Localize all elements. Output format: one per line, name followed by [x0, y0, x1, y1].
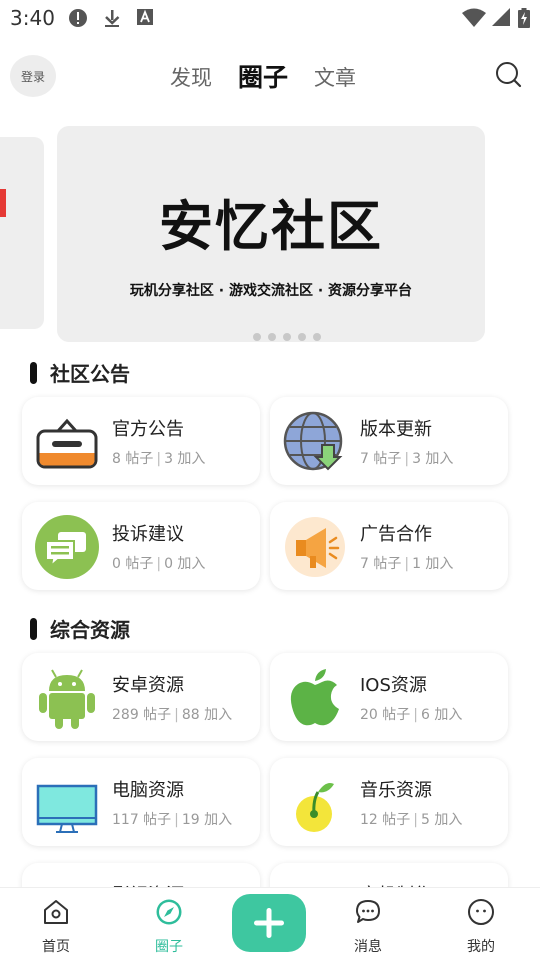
nav-item-messages[interactable]: 消息: [323, 888, 413, 960]
card-title: 安卓资源: [112, 675, 184, 696]
profile-icon: [468, 899, 494, 925]
carousel-dot[interactable]: [268, 333, 276, 341]
battery-charging-icon: [518, 8, 530, 28]
post-count: 20 帖子: [360, 707, 411, 723]
join-count: 5 加入: [420, 812, 463, 828]
login-button[interactable]: 登录: [10, 55, 56, 97]
card-stats: 8 帖子 | 3 加入: [112, 451, 206, 467]
section-marker: [30, 362, 37, 384]
message-icon: [356, 900, 380, 923]
card-stats: 289 帖子 | 88 加入: [112, 707, 233, 723]
post-count: 117 帖子: [112, 812, 172, 828]
status-bar: 3:40: [0, 0, 540, 36]
carousel-dot[interactable]: [253, 333, 261, 341]
join-count: 19 加入: [181, 812, 233, 828]
card-title: IOS资源: [360, 675, 427, 696]
download-icon: [105, 10, 120, 27]
post-count: 7 帖子: [360, 556, 402, 572]
card-title: 版本更新: [360, 419, 432, 440]
font-icon: [137, 9, 153, 25]
tab-articles[interactable]: 文章: [314, 62, 356, 92]
join-count: 88 加入: [181, 707, 233, 723]
card-stats: 117 帖子 | 19 加入: [112, 812, 233, 828]
card-title: 音乐资源: [360, 780, 432, 801]
nav-item-home[interactable]: 首页: [11, 888, 101, 960]
circle-card-ios[interactable]: IOS资源 20 帖子 | 6 加入: [270, 653, 508, 741]
banner-title: 安忆社区: [159, 195, 383, 258]
post-count: 7 帖子: [360, 451, 402, 467]
card-stats: 7 帖子 | 3 加入: [360, 451, 454, 467]
banner-previous-slide[interactable]: [0, 137, 44, 329]
card-title: 广告合作: [360, 524, 432, 545]
home-icon: [44, 900, 68, 924]
plus-icon: [254, 908, 284, 938]
chat-icon: [35, 515, 99, 579]
card-title: 电脑资源: [112, 780, 184, 801]
signal-icon: [492, 8, 510, 26]
card-stats: 12 帖子 | 5 加入: [360, 812, 463, 828]
tab-circles[interactable]: 圈子: [238, 58, 288, 94]
post-count: 0 帖子: [112, 556, 154, 572]
join-count: 3 加入: [164, 451, 206, 467]
banner-previous-mark: [0, 189, 6, 217]
carousel-dot[interactable]: [283, 333, 291, 341]
circle-card-android[interactable]: 安卓资源 289 帖子 | 88 加入: [22, 653, 260, 741]
nav-label: 圈子: [155, 939, 183, 955]
music-icon: [296, 783, 334, 832]
post-count: 12 帖子: [360, 812, 411, 828]
circle-card-pc[interactable]: 电脑资源 117 帖子 | 19 加入: [22, 758, 260, 846]
nav-label: 我的: [467, 939, 495, 955]
nav-item-profile[interactable]: 我的: [436, 888, 526, 960]
briefcase-icon: [36, 418, 98, 469]
create-post-button[interactable]: [232, 894, 306, 952]
join-count: 6 加入: [420, 707, 463, 723]
top-nav: 登录 发现 圈子 文章: [0, 52, 540, 98]
join-count: 1 加入: [412, 556, 454, 572]
card-stats: 0 帖子 | 0 加入: [112, 556, 206, 572]
bottom-nav: 首页 圈子 消息 我的: [0, 887, 540, 960]
circle-card-advertising[interactable]: 广告合作 7 帖子 | 1 加入: [270, 502, 508, 590]
circle-card-official[interactable]: 官方公告 8 帖子 | 3 加入: [22, 397, 260, 485]
section-title: 社区公告: [50, 362, 130, 386]
monitor-icon: [36, 784, 98, 833]
post-count: 8 帖子: [112, 451, 154, 467]
post-count: 289 帖子: [112, 707, 172, 723]
circle-card-updates[interactable]: 版本更新 7 帖子 | 3 加入: [270, 397, 508, 485]
banner-slide[interactable]: 安忆社区 玩机分享社区 · 游戏交流社区 · 资源分享平台: [57, 126, 485, 342]
carousel-dot[interactable]: [298, 333, 306, 341]
join-count: 0 加入: [164, 556, 206, 572]
card-stats: 20 帖子 | 6 加入: [360, 707, 463, 723]
section-title: 综合资源: [50, 618, 130, 642]
section-marker: [30, 618, 37, 640]
nav-label: 消息: [354, 939, 382, 955]
carousel-dot[interactable]: [222, 333, 244, 341]
card-stats: 7 帖子 | 1 加入: [360, 556, 454, 572]
compass-icon: [156, 899, 182, 925]
megaphone-icon: [285, 517, 345, 577]
circle-card-music[interactable]: 音乐资源 12 帖子 | 5 加入: [270, 758, 508, 846]
nav-item-circles[interactable]: 圈子: [124, 888, 214, 960]
tab-discover[interactable]: 发现: [170, 62, 212, 92]
card-title: 官方公告: [112, 419, 184, 440]
alert-icon: [69, 9, 87, 27]
apple-icon: [290, 669, 339, 726]
wifi-icon: [462, 8, 486, 27]
circle-card-feedback[interactable]: 投诉建议 0 帖子 | 0 加入: [22, 502, 260, 590]
status-time: 3:40: [10, 6, 55, 30]
card-title: 投诉建议: [112, 524, 184, 545]
join-count: 3 加入: [412, 451, 454, 467]
nav-label: 首页: [42, 939, 70, 955]
search-icon[interactable]: [494, 60, 522, 88]
globe-download-icon: [283, 411, 343, 471]
android-icon: [39, 669, 95, 729]
banner-subtitle: 玩机分享社区 · 游戏交流社区 · 资源分享平台: [129, 283, 413, 299]
carousel-dot[interactable]: [313, 333, 321, 341]
